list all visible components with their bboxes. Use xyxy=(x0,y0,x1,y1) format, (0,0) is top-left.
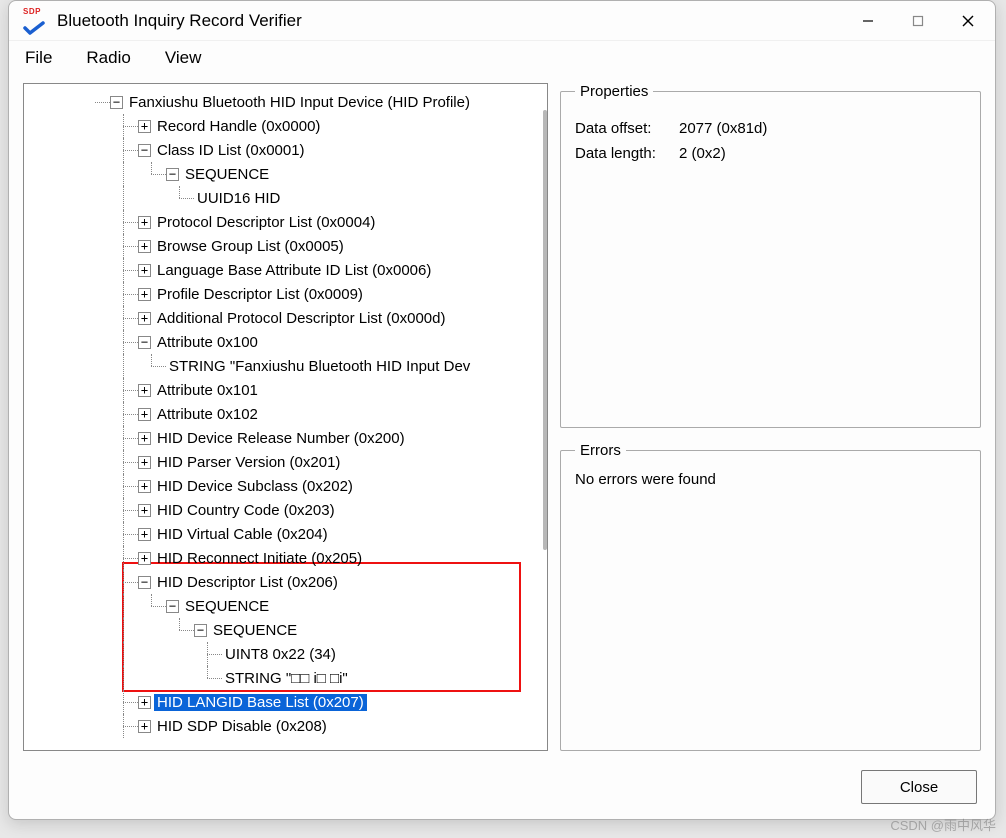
expand-icon[interactable]: + xyxy=(138,504,151,517)
data-length-label: Data length: xyxy=(575,145,679,162)
tree-row[interactable]: − Class ID List (0x0001) xyxy=(26,138,547,162)
expand-icon[interactable]: + xyxy=(138,528,151,541)
expand-icon[interactable]: + xyxy=(138,456,151,469)
menu-view[interactable]: View xyxy=(159,46,208,70)
collapse-icon[interactable]: − xyxy=(138,336,151,349)
expand-icon[interactable]: + xyxy=(138,408,151,421)
tree-row[interactable]: + Language Base Attribute ID List (0x000… xyxy=(26,258,547,282)
properties-legend: Properties xyxy=(575,83,653,100)
collapse-icon[interactable]: − xyxy=(138,144,151,157)
tree-row-selected[interactable]: + HID LANGID Base List (0x207) xyxy=(26,690,547,714)
data-length-value: 2 (0x2) xyxy=(679,145,726,162)
tree-row[interactable]: UINT8 0x22 (34) xyxy=(26,642,547,666)
expand-icon[interactable]: + xyxy=(138,120,151,133)
tree-row[interactable]: UUID16 HID xyxy=(26,186,547,210)
tree-row[interactable]: + HID Device Release Number (0x200) xyxy=(26,426,547,450)
collapse-icon[interactable]: − xyxy=(194,624,207,637)
errors-legend: Errors xyxy=(575,442,626,459)
errors-panel: Errors No errors were found xyxy=(560,442,981,751)
app-window: SDP Bluetooth Inquiry Record Verifier Fi… xyxy=(8,0,996,820)
expand-icon[interactable]: + xyxy=(138,216,151,229)
collapse-icon[interactable]: − xyxy=(166,600,179,613)
tree-panel[interactable]: − Fanxiushu Bluetooth HID Input Device (… xyxy=(23,83,548,751)
expand-icon[interactable]: + xyxy=(138,312,151,325)
tree-row[interactable]: STRING "Fanxiushu Bluetooth HID Input De… xyxy=(26,354,547,378)
window-controls xyxy=(843,2,993,40)
titlebar: SDP Bluetooth Inquiry Record Verifier xyxy=(9,1,995,41)
collapse-icon[interactable]: − xyxy=(166,168,179,181)
expand-icon[interactable]: + xyxy=(138,288,151,301)
tree-row[interactable]: − SEQUENCE xyxy=(26,594,547,618)
tree-row[interactable]: − SEQUENCE xyxy=(26,618,547,642)
close-window-button[interactable] xyxy=(943,2,993,40)
tree-row[interactable]: + Attribute 0x102 xyxy=(26,402,547,426)
tree-row[interactable]: + Browse Group List (0x0005) xyxy=(26,234,547,258)
data-offset-label: Data offset: xyxy=(575,120,679,137)
tree-row[interactable]: + HID Country Code (0x203) xyxy=(26,498,547,522)
menu-radio[interactable]: Radio xyxy=(80,46,136,70)
footer: Close xyxy=(9,765,995,819)
collapse-icon[interactable]: − xyxy=(138,576,151,589)
tree-row[interactable]: + Record Handle (0x0000) xyxy=(26,114,547,138)
menu-file[interactable]: File xyxy=(19,46,58,70)
close-button[interactable]: Close xyxy=(861,770,977,804)
tree-row[interactable]: + HID Device Subclass (0x202) xyxy=(26,474,547,498)
tree-row[interactable]: − Attribute 0x100 xyxy=(26,330,547,354)
tree-row[interactable]: + HID Reconnect Initiate (0x205) xyxy=(26,546,547,570)
expand-icon[interactable]: + xyxy=(138,384,151,397)
tree-row[interactable]: + Profile Descriptor List (0x0009) xyxy=(26,282,547,306)
right-column: Properties Data offset: 2077 (0x81d) Dat… xyxy=(560,83,981,751)
minimize-button[interactable] xyxy=(843,2,893,40)
expand-icon[interactable]: + xyxy=(138,720,151,733)
body-area: − Fanxiushu Bluetooth HID Input Device (… xyxy=(9,75,995,765)
tree-row[interactable]: − SEQUENCE xyxy=(26,162,547,186)
app-icon: SDP xyxy=(23,9,47,33)
expand-icon[interactable]: + xyxy=(138,240,151,253)
tree-row[interactable]: + Protocol Descriptor List (0x0004) xyxy=(26,210,547,234)
expand-icon[interactable]: + xyxy=(138,432,151,445)
data-offset-value: 2077 (0x81d) xyxy=(679,120,767,137)
tree-row[interactable]: STRING "□□ i□ □i" xyxy=(26,666,547,690)
expand-icon[interactable]: + xyxy=(138,480,151,493)
tree-row[interactable]: + HID Virtual Cable (0x204) xyxy=(26,522,547,546)
collapse-icon[interactable]: − xyxy=(110,96,123,109)
expand-icon[interactable]: + xyxy=(138,552,151,565)
tree-row[interactable]: + HID SDP Disable (0x208) xyxy=(26,714,547,738)
menubar: File Radio View xyxy=(9,41,995,75)
tree-row-root[interactable]: − Fanxiushu Bluetooth HID Input Device (… xyxy=(26,90,547,114)
tree-row[interactable]: + Additional Protocol Descriptor List (0… xyxy=(26,306,547,330)
properties-panel: Properties Data offset: 2077 (0x81d) Dat… xyxy=(560,83,981,428)
errors-text: No errors were found xyxy=(575,471,966,488)
tree-row[interactable]: + HID Parser Version (0x201) xyxy=(26,450,547,474)
tree-row[interactable]: + Attribute 0x101 xyxy=(26,378,547,402)
expand-icon[interactable]: + xyxy=(138,264,151,277)
expand-icon[interactable]: + xyxy=(138,696,151,709)
tree-row[interactable]: − HID Descriptor List (0x206) xyxy=(26,570,547,594)
window-title: Bluetooth Inquiry Record Verifier xyxy=(57,11,843,31)
maximize-button[interactable] xyxy=(893,2,943,40)
